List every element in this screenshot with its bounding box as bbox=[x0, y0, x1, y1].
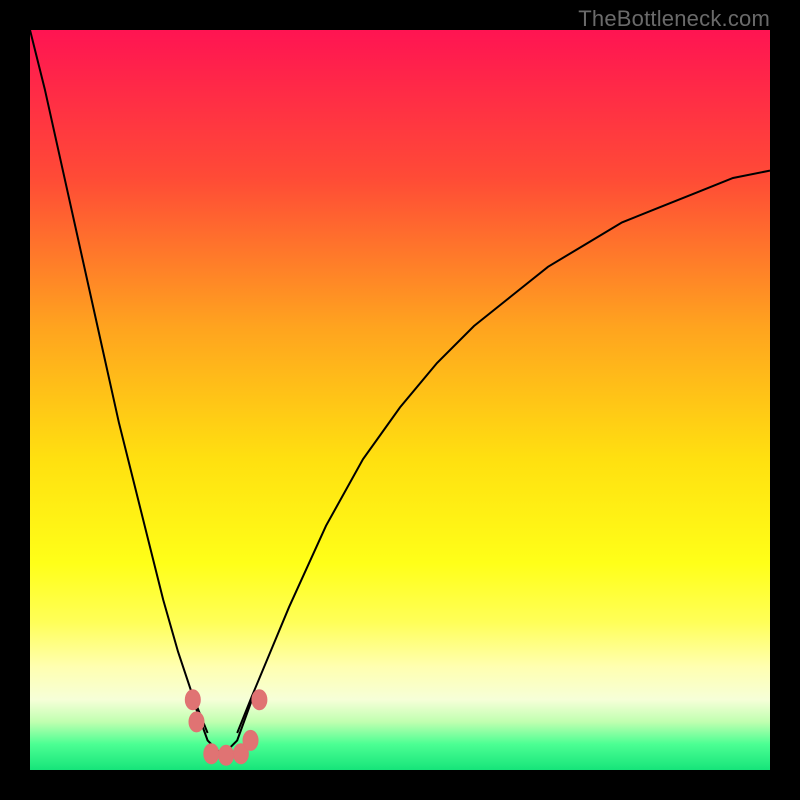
valley-marker bbox=[252, 690, 267, 710]
chart-container: TheBottleneck.com bbox=[0, 0, 800, 800]
plot-area bbox=[30, 30, 770, 770]
curve-left-arm bbox=[30, 30, 208, 733]
watermark-text: TheBottleneck.com bbox=[578, 6, 770, 32]
valley-marker bbox=[185, 690, 200, 710]
valley-marker bbox=[189, 712, 204, 732]
valley-marker bbox=[219, 745, 234, 765]
valley-marker bbox=[204, 744, 219, 764]
valley-marker bbox=[243, 730, 258, 750]
curves-layer bbox=[30, 30, 770, 770]
curve-right-arm bbox=[237, 171, 770, 733]
valley-markers bbox=[185, 690, 267, 766]
